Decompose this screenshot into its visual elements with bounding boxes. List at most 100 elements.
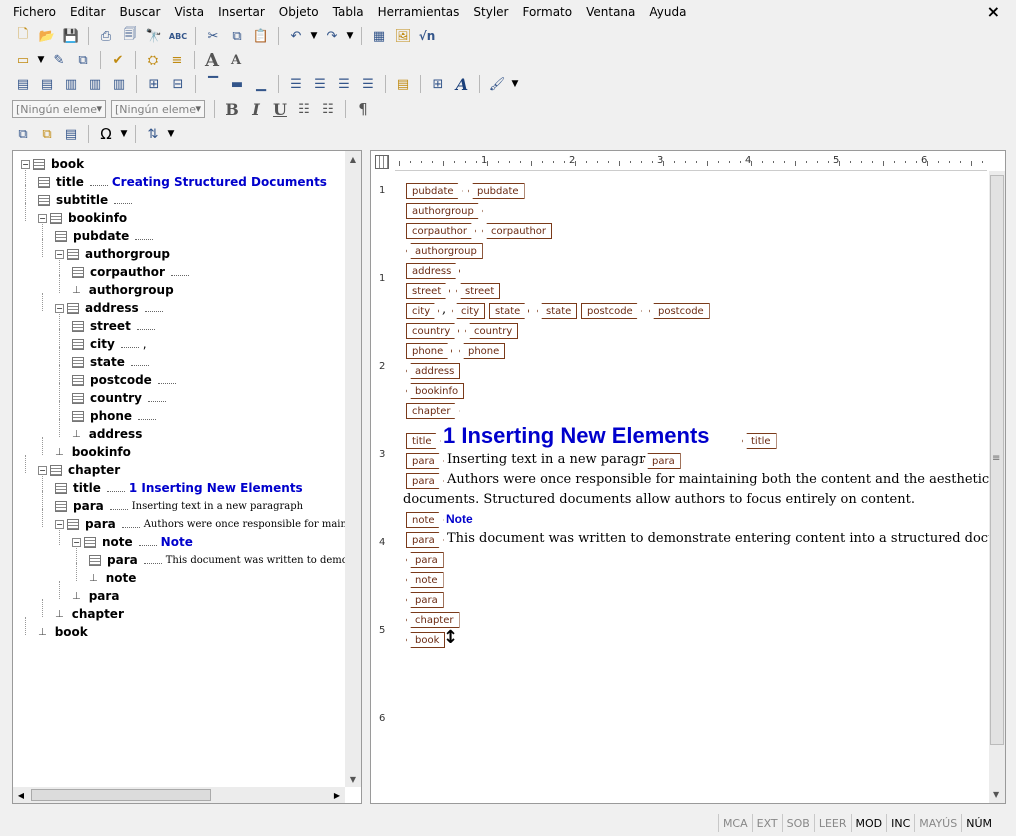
tree-node-street[interactable]: street [72, 317, 159, 335]
collapse-icon[interactable]: − [72, 537, 81, 547]
menu-herramientas[interactable]: Herramientas [371, 5, 467, 19]
print-icon[interactable]: ⎙ [95, 25, 117, 47]
note-para-text[interactable]: This document was written to demonstrate… [447, 531, 1005, 546]
menu-buscar[interactable]: Buscar [113, 5, 168, 19]
menu-vista[interactable]: Vista [167, 5, 211, 19]
tree-node-phone[interactable]: phone [72, 407, 160, 425]
tree-node-bookinfo-end[interactable]: ⊥ bookinfo [55, 443, 131, 461]
insert-column-left-icon[interactable]: ▥ [60, 73, 82, 95]
split-element-icon[interactable]: ⧉ [72, 49, 94, 71]
insert-column-right-icon[interactable]: ▥ [84, 73, 106, 95]
tag-end-para[interactable]: para [643, 453, 681, 469]
tag-end-title[interactable]: title [742, 433, 777, 449]
tag-start-para[interactable]: para [406, 473, 444, 489]
scroll-left-icon[interactable]: ◀ [13, 791, 29, 800]
structure-tree-pane[interactable]: − book title Creating Structured Documents s… [12, 150, 362, 804]
menu-styler[interactable]: Styler [466, 5, 515, 19]
scroll-down-icon[interactable]: ▼ [345, 771, 361, 787]
tag-start-chapter[interactable]: chapter [406, 403, 460, 419]
font-shrink-icon[interactable]: A [225, 53, 247, 68]
tag-start-phone[interactable]: phone [406, 343, 452, 359]
save-icon[interactable]: 💾 [60, 25, 82, 47]
paragraph-style-select[interactable]: [Ningún eleme [12, 100, 106, 118]
tag-end-book[interactable]: book [406, 632, 446, 648]
tree-node-subtitle[interactable]: subtitle [38, 191, 136, 209]
ruler-corner-icon[interactable] [375, 155, 389, 169]
find-icon[interactable]: 🔭 [143, 25, 165, 47]
tag-end-corpauthor[interactable]: corpauthor [482, 223, 553, 239]
tag-start-postcode[interactable]: postcode [581, 303, 642, 319]
para-1-text[interactable]: Inserting text in a new paragraph [447, 452, 670, 467]
collapse-icon[interactable]: − [38, 465, 47, 475]
image-icon[interactable]: 🖼 [392, 25, 414, 47]
tree-node-para[interactable]: para Inserting text in a new paragraph [55, 497, 303, 515]
tree-node-chapter-end[interactable]: ⊥ chapter [55, 605, 124, 623]
justify-icon[interactable]: ☰ [357, 73, 379, 95]
tree-node-authorgroup-end[interactable]: ⊥ authorgroup [72, 281, 174, 299]
fill-color-dropdown-icon[interactable]: ▼ [510, 73, 520, 95]
tag-start-note[interactable]: note [406, 512, 444, 528]
delete-column-icon[interactable]: ▥ [108, 73, 130, 95]
tag-start-street[interactable]: street [406, 283, 450, 299]
styler-icon[interactable]: ≡ [166, 49, 188, 71]
tag-end-postcode[interactable]: postcode [649, 303, 710, 319]
split-cells-icon[interactable]: ⊟ [167, 73, 189, 95]
tree-node-book-end[interactable]: ⊥ book [38, 623, 88, 641]
insert-reference-icon[interactable]: ⧉ [12, 123, 34, 145]
tree-node-note[interactable]: − note Note [72, 533, 193, 551]
tag-end-phone[interactable]: phone [459, 343, 506, 359]
scroll-right-icon[interactable]: ▶ [329, 791, 345, 800]
merge-cells-icon[interactable]: ⊞ [143, 73, 165, 95]
collapse-icon[interactable]: − [38, 213, 47, 223]
tree-horizontal-scrollbar[interactable]: ◀ ▶ [13, 787, 345, 803]
tag-start-city[interactable]: city [406, 303, 439, 319]
tag-end-chapter[interactable]: chapter [406, 612, 460, 628]
menu-ventana[interactable]: Ventana [579, 5, 642, 19]
paragraph-format-icon[interactable]: ▤ [392, 73, 414, 95]
tree-node-city[interactable]: city, [72, 335, 147, 353]
document-view-pane[interactable]: 123456 1123456 pubdate pubdate authorgro… [370, 150, 1006, 804]
font-grow-icon[interactable]: A [201, 50, 223, 71]
tag-end-authorgroup[interactable]: authorgroup [406, 243, 483, 259]
validate-icon[interactable]: ✔ [107, 49, 129, 71]
horizontal-ruler[interactable]: 123456 [395, 155, 987, 171]
bold-button[interactable]: B [221, 100, 243, 119]
tree-node-address-end[interactable]: ⊥ address [72, 425, 142, 443]
tree-node-pubdate[interactable]: pubdate [55, 227, 157, 245]
tag-end-country[interactable]: country [465, 323, 519, 339]
align-top-icon[interactable]: ▔ [202, 73, 224, 95]
menu-formato[interactable]: Formato [515, 5, 579, 19]
cut-icon[interactable]: ✂ [202, 25, 224, 47]
tag-end-note[interactable]: note [406, 572, 444, 588]
city-separator-text[interactable]: , [442, 302, 446, 317]
tree-node-authorgroup[interactable]: − authorgroup [55, 245, 170, 263]
tag-start-address[interactable]: address [406, 263, 460, 279]
menu-objeto[interactable]: Objeto [272, 5, 326, 19]
align-bottom-icon[interactable]: ▁ [250, 73, 272, 95]
table-icon[interactable]: ▦ [368, 25, 390, 47]
spell-check-icon[interactable]: ABC [167, 25, 189, 47]
fill-color-icon[interactable]: 🖌 [486, 73, 508, 95]
insert-field-dropdown-icon[interactable]: ▼ [166, 123, 176, 145]
tag-end-para[interactable]: para [406, 552, 444, 568]
tree-node-book[interactable]: − book [21, 155, 84, 173]
insert-row-below-icon[interactable]: ▤ [36, 73, 58, 95]
tree-node-title[interactable]: title Creating Structured Documents [38, 173, 327, 191]
new-document-icon[interactable]: 🗋 [12, 25, 34, 47]
italic-button[interactable]: I [245, 100, 267, 119]
insert-link-icon[interactable]: ⧉ [36, 123, 58, 145]
insert-element-icon[interactable]: ▭ [12, 49, 34, 71]
tag-start-corpauthor[interactable]: corpauthor [406, 223, 476, 239]
underline-button[interactable]: U [269, 100, 291, 119]
numbered-list-icon[interactable]: ☷ [293, 98, 315, 120]
insert-symbol-button[interactable]: Ω [95, 123, 117, 145]
bulleted-list-icon[interactable]: ☷ [317, 98, 339, 120]
tag-end-pubdate[interactable]: pubdate [468, 183, 525, 199]
undo-dropdown-icon[interactable]: ▼ [309, 25, 319, 47]
tree-node-para-end[interactable]: ⊥ para [72, 587, 119, 605]
tag-start-pubdate[interactable]: pubdate [406, 183, 463, 199]
redo-dropdown-icon[interactable]: ▼ [345, 25, 355, 47]
align-left-icon[interactable]: ☰ [285, 73, 307, 95]
tree-node-para[interactable]: para This document was written to demonst… [89, 551, 361, 569]
menu-editar[interactable]: Editar [63, 5, 113, 19]
